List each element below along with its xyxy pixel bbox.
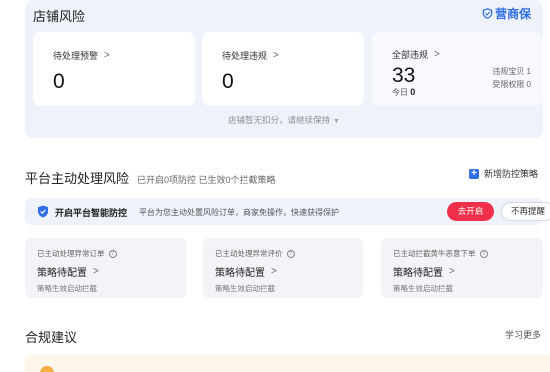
caret-down-icon: ▼ [333,118,340,125]
violation-side-stats: 违规宝贝 1 受限权限 0 [492,65,531,91]
add-strategy-label: 新增防控策略 [484,169,539,179]
pending-violation-card[interactable]: 待处理违规 > 0 [202,32,364,106]
abnormal-reviews-label: 已主动处理异常评价 [215,249,283,258]
chevron-right-icon: > [434,49,440,60]
smart-protection-banner: 开启平台智能防控 平台为您主动处置风险订单，商家免操作，快速获得保护 去开启 不… [25,198,550,225]
lightbulb-icon [40,366,54,372]
brand-logo[interactable]: 营商保 [482,5,531,22]
abnormal-reviews-card[interactable]: 已主动处理异常评价 ? 策略待配置 > 策略生效启动拦截 [203,238,363,298]
smart-protection-desc: 平台为您主动处置风险订单，商家免操作，快速获得保护 [139,208,339,217]
store-risk-title: 店铺风险 [33,9,86,24]
help-icon[interactable]: ? [479,249,488,258]
strategy-status: 策略待配置 [37,268,87,279]
plus-icon: + [469,168,479,179]
dismiss-button[interactable]: 不再提醒 [501,202,550,221]
brand-name: 营商保 [494,7,531,21]
add-strategy-button[interactable]: + 新增防控策略 [469,167,538,180]
abnormal-orders-card[interactable]: 已主动处理异常订单 ? 策略待配置 > 策略生效启动拦截 [25,238,186,298]
pending-violation-value: 0 [222,70,234,93]
platform-header: 平台主动处理风险 已开启0项防控 已生效0个拦截策略 [25,168,276,187]
all-violations-label: 全部违规 [392,50,429,60]
scalper-orders-card[interactable]: 已主动拦截黄牛恶意下单 ? 策略待配置 > 策略生效启动拦截 [381,238,543,298]
store-risk-footer[interactable]: 店铺暂无扣分，请继续保持 ▼ [25,114,543,126]
platform-subtitle: 已开启0项防控 已生效0个拦截策略 [137,175,276,185]
chevron-right-icon: > [449,266,455,277]
violating-items-stat[interactable]: 违规宝贝 1 [492,65,531,78]
strategy-status: 策略待配置 [215,268,265,279]
help-icon[interactable]: ? [108,249,117,258]
all-violations-card[interactable]: 全部违规 > 33 今日 0 违规宝贝 1 受限权限 0 [372,32,543,106]
pending-violation-label: 待处理违规 [222,51,268,61]
pending-warning-value: 0 [53,70,65,93]
chevron-right-icon: > [271,266,277,277]
store-risk-panel: 店铺风险 营商保 待处理预警 > 0 待处理违规 > 0 全部违规 > 33 今… [25,0,543,138]
chevron-right-icon: > [93,266,99,277]
strategy-status: 策略待配置 [393,268,443,279]
enable-button[interactable]: 去开启 [447,202,494,221]
compliance-title: 合规建议 [25,330,78,345]
all-violations-value: 33 [392,64,416,87]
abnormal-orders-label: 已主动处理异常订单 [37,249,105,258]
strategy-note: 策略生效启动拦截 [393,284,453,293]
restricted-permissions-stat[interactable]: 受限权限 0 [492,78,531,91]
chevron-right-icon: > [104,50,110,61]
strategy-note: 策略生效启动拦截 [215,284,275,293]
chevron-right-icon: > [273,50,279,61]
smart-protection-title: 开启平台智能防控 [55,208,128,218]
platform-title: 平台主动处理风险 [25,171,130,186]
shield-icon [38,205,48,218]
pending-warning-card[interactable]: 待处理预警 > 0 [33,32,195,106]
pending-warning-label: 待处理预警 [53,51,99,61]
scalper-orders-label: 已主动拦截黄牛恶意下单 [393,249,476,258]
help-icon[interactable]: ? [286,249,295,258]
shield-check-icon [482,8,493,19]
learn-more-link[interactable]: 学习更多 [505,328,541,341]
compliance-banner [25,355,550,372]
today-count: 今日 0 [392,87,416,97]
strategy-note: 策略生效启动拦截 [37,284,97,293]
